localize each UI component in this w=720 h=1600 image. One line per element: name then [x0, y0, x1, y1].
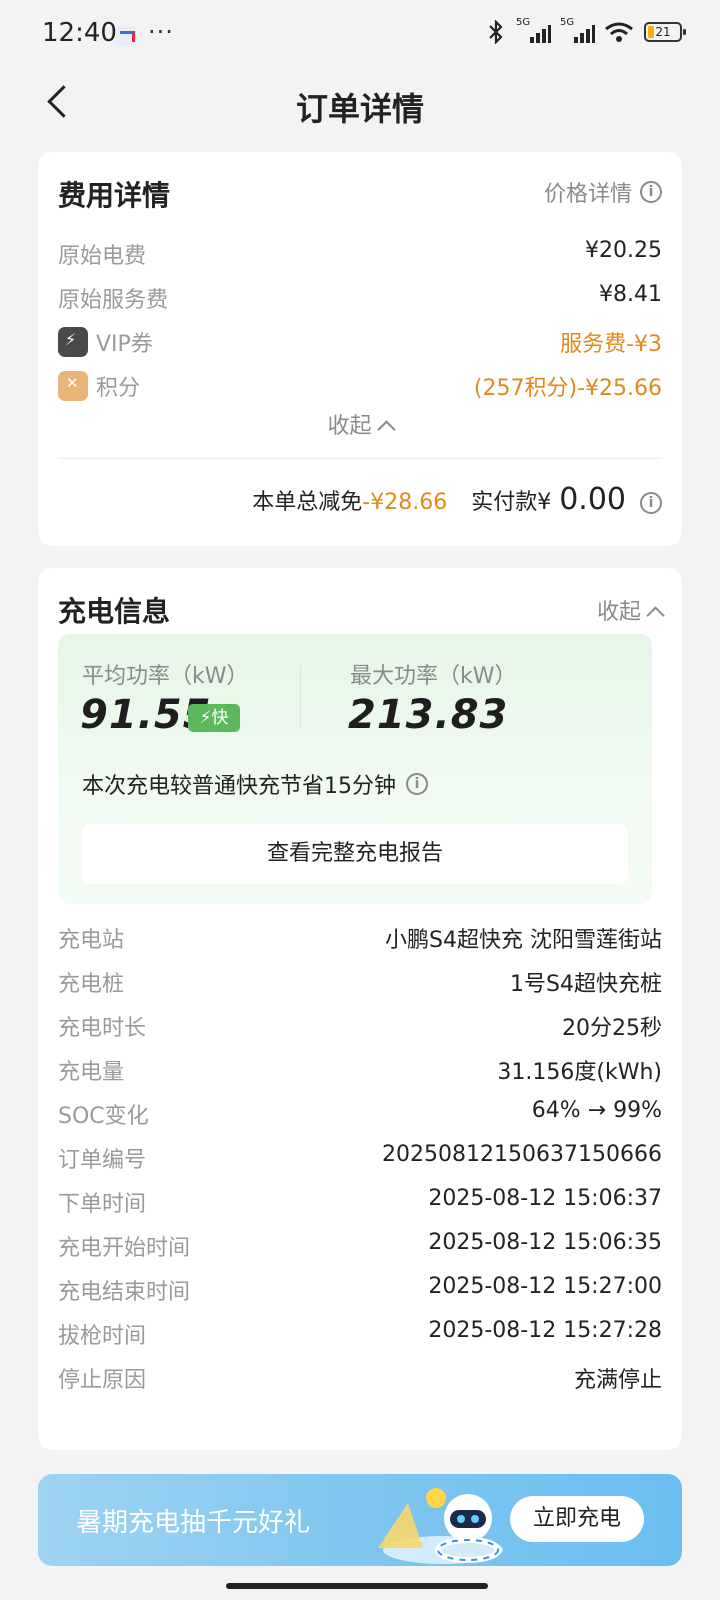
charge-row-label: 停止原因	[58, 1368, 147, 1393]
charge-row-value: 20250812150637150666	[382, 1142, 662, 1167]
charge-row-label: 充电开始时间	[58, 1236, 191, 1261]
max-power-value: 213.83	[348, 692, 509, 738]
total-discount-label: 本单总减免	[252, 490, 363, 515]
paid-label: 实付款¥	[471, 490, 552, 515]
charge-row: 订单编号 20250812150637150666	[58, 1140, 662, 1174]
vip-coupon-icon	[58, 327, 88, 357]
total-discount-value: -¥28.66	[362, 490, 448, 515]
paid-value: 0.00	[559, 482, 626, 517]
charge-row-label: SOC变化	[58, 1104, 149, 1129]
charge-row: 下单时间 2025-08-12 15:06:37	[58, 1184, 662, 1218]
charge-row-label: 充电站	[58, 928, 125, 953]
collapse-label: 收起	[596, 600, 641, 625]
charge-row: SOC变化 64% → 99%	[58, 1096, 662, 1130]
charge-row: 充电结束时间 2025-08-12 15:27:00	[58, 1272, 662, 1306]
avg-power-label: 平均功率（kW）	[82, 664, 249, 689]
signal-icon-2: 5G	[560, 17, 595, 43]
fee-row-label: 积分	[96, 376, 141, 401]
network-type-1: 5G	[516, 17, 531, 28]
divider	[58, 458, 662, 459]
charge-row: 充电站 小鹏S4超快充 沈阳雪莲街站	[58, 920, 662, 954]
nav-bar: 订单详情	[0, 62, 720, 148]
info-icon[interactable]: i	[406, 773, 428, 795]
fee-row-value: 服务费-¥3	[560, 332, 662, 357]
bluetooth-icon	[489, 20, 503, 44]
charge-row-value: 2025-08-12 15:27:28	[428, 1318, 662, 1343]
charge-collapse-toggle[interactable]: 收起	[596, 594, 665, 626]
charge-row-value: 31.156度(kWh)	[497, 1060, 662, 1085]
charge-row: 拔枪时间 2025-08-12 15:27:28	[58, 1316, 662, 1350]
app-notification-icon	[116, 26, 136, 46]
fee-row-label: 原始服务费	[58, 288, 169, 313]
charge-row-value: 2025-08-12 15:06:37	[428, 1186, 662, 1211]
charge-row: 充电开始时间 2025-08-12 15:06:35	[58, 1228, 662, 1262]
collapse-label: 收起	[327, 414, 372, 439]
robot-mascot-icon	[378, 1488, 503, 1564]
fee-row-label: VIP券	[96, 332, 153, 357]
charge-row-value: 小鹏S4超快充 沈阳雪莲街站	[385, 928, 662, 953]
charge-row-value: 64% → 99%	[531, 1098, 662, 1123]
charge-row-value: 2025-08-12 15:06:35	[428, 1230, 662, 1255]
fee-row: VIP券 服务费-¥3	[58, 324, 662, 358]
charge-row: 充电时长 20分25秒	[58, 1008, 662, 1042]
fee-card-title: 费用详情	[58, 179, 171, 212]
charge-info-card: 充电信息 收起 平均功率（kW） 91.55 ⚡快 最大功率（kW） 213.8…	[38, 568, 682, 1450]
power-summary: 平均功率（kW） 91.55 ⚡快 最大功率（kW） 213.83 本次充电较普…	[58, 634, 652, 904]
charge-row-label: 充电量	[58, 1060, 125, 1085]
charge-now-button[interactable]: 立即充电	[510, 1496, 644, 1542]
max-power-label: 最大功率（kW）	[350, 664, 517, 689]
fee-row-value: ¥8.41	[599, 282, 662, 307]
fee-row-value: ¥20.25	[585, 238, 662, 263]
fee-row-label: 原始电费	[58, 244, 147, 269]
network-type-2: 5G	[560, 17, 575, 28]
view-report-button[interactable]: 查看完整充电报告	[82, 824, 628, 884]
total-summary: 本单总减免 -¥28.66 实付款¥ 0.00 i	[252, 482, 662, 517]
fee-row-value: (257积分)-¥25.66	[473, 376, 662, 401]
fee-row: 积分 (257积分)-¥25.66	[58, 368, 662, 402]
charge-row-label: 订单编号	[58, 1148, 147, 1173]
battery-icon: 21	[644, 22, 686, 42]
charge-row-label: 充电时长	[58, 1016, 147, 1041]
chevron-up-icon	[376, 420, 396, 439]
wifi-icon	[605, 22, 633, 42]
divider	[300, 666, 301, 728]
points-icon	[58, 371, 88, 401]
status-icons: 5G 5G 21	[486, 17, 686, 44]
charge-row: 充电量 31.156度(kWh)	[58, 1052, 662, 1086]
paid-info-icon[interactable]: i	[640, 492, 662, 514]
more-notifications-icon: ···	[148, 18, 174, 46]
signal-icon-1: 5G	[516, 17, 551, 43]
charge-row-value: 充满停止	[573, 1368, 662, 1393]
charge-row-label: 充电结束时间	[58, 1280, 191, 1305]
fast-charge-badge: ⚡快	[188, 704, 240, 732]
time-saved-text: 本次充电较普通快充节省15分钟	[82, 774, 396, 799]
promo-banner[interactable]: 暑期充电抽千元好礼 立即充电	[38, 1474, 682, 1566]
home-indicator[interactable]	[226, 1583, 488, 1589]
fee-collapse-toggle[interactable]: 收起	[38, 408, 682, 440]
info-icon: i	[640, 181, 662, 203]
status-time: 12:40	[42, 18, 117, 48]
charge-row: 充电桩 1号S4超快充桩	[58, 964, 662, 998]
charge-row-label: 拔枪时间	[58, 1324, 147, 1349]
fee-row: 原始电费 ¥20.25	[58, 236, 662, 270]
time-saved-note: 本次充电较普通快充节省15分钟 i	[82, 768, 428, 800]
charge-row-label: 下单时间	[58, 1192, 147, 1217]
price-detail-link[interactable]: 价格详情 i	[544, 176, 662, 208]
charge-card-title: 充电信息	[58, 595, 171, 628]
charge-row-value: 20分25秒	[562, 1016, 662, 1041]
charge-row-label: 充电桩	[58, 972, 125, 997]
fee-row: 原始服务费 ¥8.41	[58, 280, 662, 314]
charge-row-value: 1号S4超快充桩	[510, 972, 662, 997]
page-title: 订单详情	[295, 90, 424, 128]
status-bar: 12:40 ··· 5G 5G 21	[0, 0, 720, 62]
fee-details-card: 费用详情 价格详情 i 原始电费 ¥20.25 原始服务费 ¥8.41 VIP券…	[38, 152, 682, 546]
price-detail-label: 价格详情	[543, 182, 632, 207]
charge-row: 停止原因 充满停止	[58, 1360, 662, 1394]
charge-row-value: 2025-08-12 15:27:00	[428, 1274, 662, 1299]
battery-level: 21	[655, 25, 671, 39]
promo-text: 暑期充电抽千元好礼	[76, 1508, 311, 1538]
chevron-up-icon	[646, 606, 665, 625]
